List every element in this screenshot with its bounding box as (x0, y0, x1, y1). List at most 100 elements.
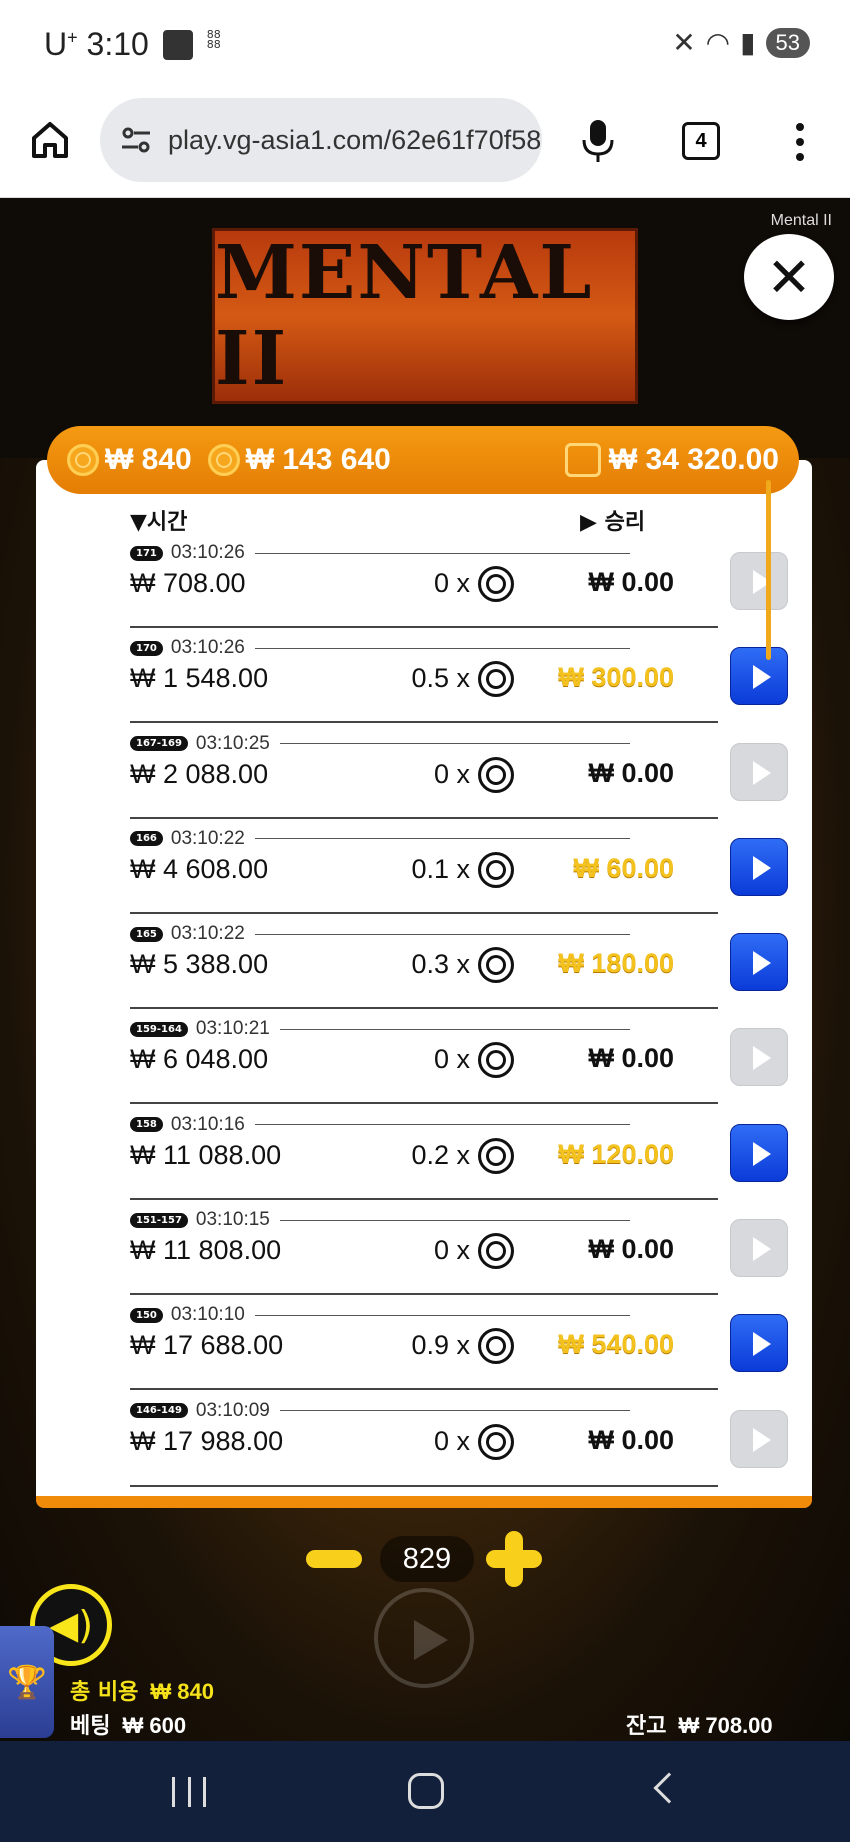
recents-button[interactable] (172, 1777, 206, 1807)
plus-button-vertical[interactable] (505, 1531, 523, 1587)
bet-value: ₩ 1 548.00 (130, 663, 269, 694)
divider (279, 743, 630, 745)
row-separator (130, 1388, 718, 1391)
history-row: 170 03:10:26 ₩ 1 548.00 0.5 x ₩ 300.00 (94, 635, 794, 730)
win-value: ₩ 540.00 (558, 1329, 674, 1360)
replay-button[interactable] (730, 552, 788, 610)
history-row: 158 03:10:16 ₩ 11 088.00 0.2 x ₩ 120.00 (94, 1112, 794, 1207)
win-value: ₩ 0.00 (588, 1043, 674, 1074)
round-time: 03:10:10 (170, 1304, 245, 1326)
round-badge: 151-157 (130, 1212, 188, 1228)
trophy-icon[interactable]: 🏆 (0, 1626, 54, 1738)
wifi-icon: ◠ (705, 26, 731, 59)
history-row: 165 03:10:22 ₩ 5 388.00 0.3 x ₩ 180.00 (94, 921, 794, 1016)
replay-button[interactable] (730, 933, 788, 992)
bet-value: ₩ 11 808.00 (130, 1235, 282, 1266)
replay-button[interactable] (730, 1409, 788, 1468)
replay-button[interactable] (730, 647, 788, 706)
game-logo: MENTAL II (212, 228, 638, 404)
round-time: 03:10:25 (195, 732, 270, 754)
row-separator (130, 721, 718, 724)
round-badge: 166 (130, 831, 163, 847)
balance: 잔고 ₩ 708.00 (626, 1713, 773, 1739)
clock: 3:10 (86, 26, 149, 62)
multiplier: 0 x (433, 1235, 470, 1266)
bet-amount: 베팅 ₩ 600 (70, 1713, 187, 1739)
round-badge: 159-164 (130, 1021, 188, 1037)
status-bar: U+ 3:10 88 88 ✕ ◠ ▮ 53 (0, 0, 850, 88)
replay-button[interactable] (730, 1219, 788, 1278)
bet-value: ₩ 5 388.00 (130, 949, 269, 980)
win-value: ₩ 300.00 (558, 662, 674, 693)
mute-icon: ✕ (672, 26, 696, 59)
history-row: 159-164 03:10:21 ₩ 6 048.00 0 x ₩ 0.00 (94, 1016, 794, 1111)
history-row: 146-149 03:10:09 ₩ 17 988.00 0 x ₩ 0.00 (94, 1398, 794, 1493)
round-time: 03:10:26 (170, 542, 245, 563)
round-time: 03:10:22 (170, 923, 245, 945)
win-value: ₩ 0.00 (588, 757, 674, 788)
divider (254, 647, 630, 649)
multiplier: 0 x (433, 1044, 470, 1075)
address-bar[interactable]: play.vg-asia1.com/62e61f70f58 (100, 98, 542, 182)
round-badge: 167-169 (130, 736, 188, 752)
coin-icon (478, 851, 514, 888)
win-value: ₩ 180.00 (558, 948, 674, 979)
summary-cost: ₩ 840 (105, 443, 192, 476)
multiplier: 0.5 x (411, 663, 470, 694)
multiplier: 0 x (433, 568, 470, 598)
divider (254, 552, 630, 554)
replay-button[interactable] (730, 837, 788, 896)
round-badge: 146-149 (130, 1403, 188, 1419)
scrollbar[interactable] (766, 480, 771, 660)
minus-button[interactable] (306, 1550, 362, 1568)
divider (254, 933, 630, 935)
divider (254, 838, 630, 840)
history-panel: ▼시간 ▶ 승리 171 03:10:26 ₩ 708.00 0 x ₩ 0.00 170… (36, 460, 812, 1508)
tourney-manager-icon (162, 29, 193, 60)
spin-button[interactable] (374, 1588, 474, 1688)
coin-icon (478, 1137, 514, 1174)
divider (279, 1028, 630, 1030)
summary-bar: ₩ 840 ₩ 143 640 ₩ 34 320.00 (47, 426, 799, 494)
history-row: 166 03:10:22 ₩ 4 608.00 0.1 x ₩ 60.00 (94, 826, 794, 921)
sort-win-header[interactable]: ▶ 승리 (580, 504, 645, 536)
browser-toolbar: play.vg-asia1.com/62e61f70f58 4 (0, 88, 850, 198)
close-button[interactable]: ✕ (744, 234, 834, 320)
coin-icon (478, 1233, 514, 1270)
grid-app-icon: 88 88 (206, 27, 221, 51)
row-separator (130, 1102, 718, 1105)
round-badge: 171 (130, 545, 163, 561)
history-row: 171 03:10:26 ₩ 708.00 0 x ₩ 0.00 (94, 540, 794, 635)
round-stepper: 829 (306, 1528, 546, 1588)
home-icon[interactable] (28, 118, 72, 162)
coin-icon (478, 1042, 514, 1079)
coin-icon (478, 1423, 514, 1460)
divider (279, 1410, 630, 1412)
back-button[interactable] (653, 1772, 685, 1804)
replay-button[interactable] (730, 1314, 788, 1373)
multiplier: 0.2 x (411, 1139, 470, 1170)
replay-button[interactable] (730, 1123, 788, 1182)
win-value: ₩ 60.00 (573, 852, 674, 883)
history-row: 151-157 03:10:15 ₩ 11 808.00 0 x ₩ 0.00 (94, 1207, 794, 1302)
multiplier: 0 x (433, 758, 470, 789)
bet-value: ₩ 11 088.00 (130, 1139, 282, 1170)
sort-time-header[interactable]: ▼시간 (130, 504, 187, 536)
row-separator (130, 816, 718, 819)
more-options-icon[interactable] (790, 120, 810, 164)
microphone-icon[interactable] (580, 118, 616, 164)
site-settings-icon[interactable] (118, 122, 154, 158)
history-row: 150 03:10:10 ₩ 17 688.00 0.9 x ₩ 540.00 (94, 1302, 794, 1397)
row-separator (130, 626, 718, 628)
tab-switcher-button[interactable]: 4 (682, 122, 720, 160)
navigation-bar (0, 1741, 850, 1842)
round-time: 03:10:21 (195, 1018, 270, 1040)
replay-button[interactable] (730, 1028, 788, 1087)
home-button[interactable] (408, 1773, 444, 1809)
win-value: ₩ 0.00 (588, 567, 674, 597)
bet-value: ₩ 708.00 (130, 568, 246, 598)
replay-button[interactable] (730, 742, 788, 801)
divider (254, 1124, 630, 1126)
stepper-value: 829 (380, 1536, 474, 1582)
battery-indicator: 53 (765, 27, 810, 58)
